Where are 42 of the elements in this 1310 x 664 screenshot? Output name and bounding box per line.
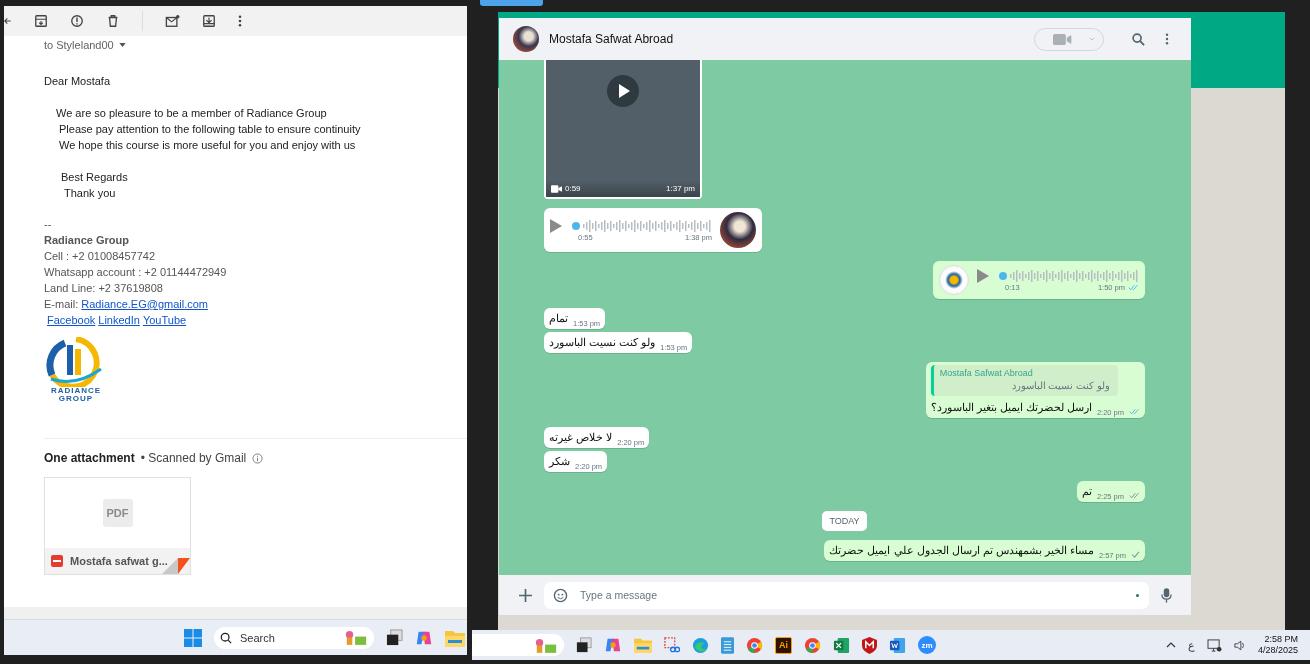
quote-text: ولو كنت نسيت الباسورد	[1010, 380, 1110, 391]
pdf-thumbnail: PDF	[102, 499, 133, 527]
social-link[interactable]: Facebook	[47, 312, 96, 328]
taskbar-search[interactable]: Search	[214, 626, 374, 649]
signature-line: Cell : +2 01008457742	[44, 249, 156, 264]
message-text: تمام	[549, 311, 568, 326]
language-indicator[interactable]: ع	[1187, 638, 1195, 652]
message-text: ولو كنت نسيت الباسورد	[549, 335, 656, 350]
video-message[interactable]: 0:59 1:37 pm	[544, 60, 702, 199]
body-line: We are so pleasure to be a member of Radiance Group	[55, 106, 328, 121]
recipient: to Styleland00	[44, 39, 114, 51]
company-logo: RADIANCE GROUP	[44, 337, 108, 403]
signature-line: Whatsapp account : +2 01144472949	[44, 265, 228, 280]
message-text: تم	[1081, 484, 1092, 499]
attachment-card[interactable]: PDF Mostafa safwat g...	[44, 477, 191, 575]
closing-line: Best Regards	[60, 170, 129, 185]
closing-line: Thank you	[63, 186, 117, 201]
social-link[interactable]: YouTube	[142, 312, 187, 328]
separator: --	[44, 217, 53, 232]
message-text: ارسل لحضرتك ايميل بتغير الباسورد؟	[930, 400, 1092, 415]
message-text: شكر	[549, 454, 570, 469]
email-link[interactable]: Radiance.EG@gmail.com	[81, 298, 208, 310]
email-label: E-mail:	[44, 298, 79, 310]
clock[interactable]: 2:58 PM 4/28/2025	[1257, 634, 1298, 656]
contact-name[interactable]: Mostafa Safwat Abroad	[549, 32, 674, 46]
file-name: Mostafa safwat g...	[70, 555, 168, 567]
body-line: Please pay attention to the following table to ensure continuity	[58, 122, 362, 137]
signature-line: Land Line: +2 37619808	[44, 281, 164, 296]
social-link[interactable]: LinkedIn	[98, 312, 140, 328]
body-line: We hope this course is more useful for you and enjoy with us	[58, 138, 357, 153]
signature-name: Radiance Group	[44, 233, 130, 248]
date-chip: TODAY	[822, 511, 867, 531]
message-text: مساء الخير بشمهندس تم ارسال الجدول علي ايميل حضرتك	[829, 543, 1094, 558]
message-field[interactable]: Type a message	[544, 581, 1149, 609]
message-time: 1:37 pm	[666, 184, 695, 193]
attachment-title: One attachment	[44, 451, 135, 465]
illustrator-icon[interactable]: Ai	[775, 636, 792, 654]
video-duration: 0:59	[565, 184, 581, 193]
quote-author: Mostafa Safwat Abroad	[939, 368, 1034, 378]
scan-note: • Scanned by Gmail	[140, 451, 247, 465]
message-text: لا خلاص غيرته	[549, 430, 613, 445]
greeting: Dear Mostafa	[44, 74, 112, 89]
